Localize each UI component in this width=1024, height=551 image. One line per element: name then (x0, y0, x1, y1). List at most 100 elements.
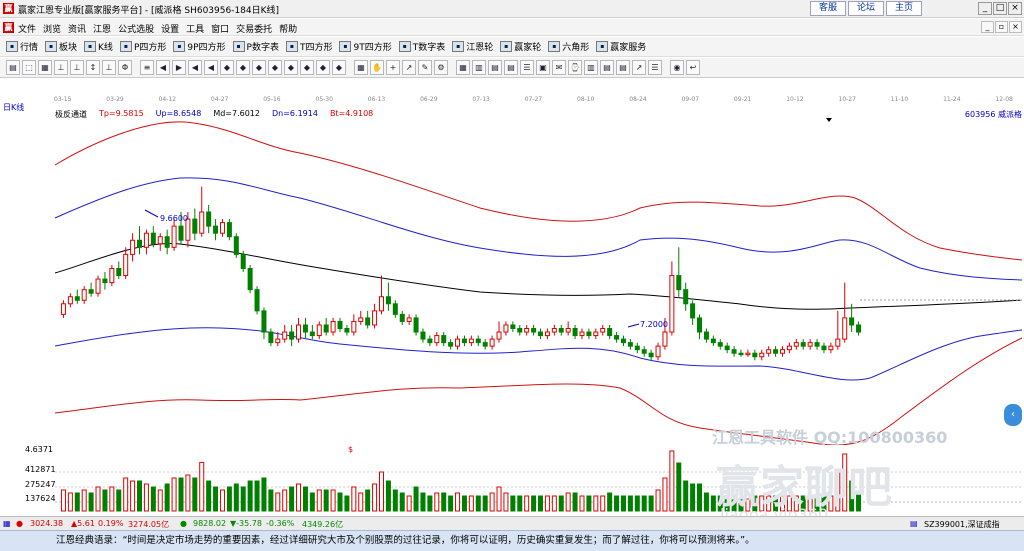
tool-button-9[interactable]: ◀ (156, 60, 170, 75)
tool-button-41[interactable]: ↩ (686, 60, 700, 75)
close-icon[interactable]: × (1008, 2, 1022, 15)
tool-button-7[interactable]: Φ (118, 60, 132, 75)
menu-item-1[interactable]: 浏览 (43, 22, 61, 35)
tool-button-32[interactable]: ▣ (536, 60, 550, 75)
tool-button-15[interactable]: ◆ (252, 60, 266, 75)
volume-bar (572, 492, 578, 512)
tool-button-20[interactable]: ◆ (332, 60, 346, 75)
link-service[interactable]: 客服 (810, 1, 846, 16)
tool-button-16[interactable]: ◆ (268, 60, 282, 75)
tool-button-2[interactable]: ▦ (38, 60, 52, 75)
candle-body (323, 324, 329, 333)
tool-button-26[interactable]: ⚙ (434, 60, 448, 75)
menu-item-8[interactable]: 交易委托 (236, 22, 272, 35)
menu-item-3[interactable]: 江恩 (93, 22, 111, 35)
candle-body (662, 331, 668, 347)
volume-bar (538, 495, 544, 512)
tool-button-19[interactable]: ◆ (316, 60, 330, 75)
volume-bar (219, 489, 225, 512)
menu-item-0[interactable]: 文件 (18, 22, 36, 35)
menu-item-6[interactable]: 工具 (186, 22, 204, 35)
candle-body (745, 352, 751, 356)
toolbar-item-10[interactable]: ▪ 赢家轮 (500, 40, 541, 53)
candle-body (268, 331, 274, 344)
menu-item-5[interactable]: 设置 (161, 22, 179, 35)
tool-button-11[interactable]: ◀ (188, 60, 202, 75)
toolbar-item-12[interactable]: ▪ 赢家服务 (596, 40, 646, 53)
toolbar-item-11[interactable]: ▪ 六角形 (548, 40, 589, 53)
tool-button-39[interactable]: ☰ (648, 60, 662, 75)
tool-button-13[interactable]: ◆ (220, 60, 234, 75)
toolbar-item-4[interactable]: ▪ 9P四方形 (173, 40, 226, 53)
tool-button-25[interactable]: ✎ (418, 60, 432, 75)
tool-button-18[interactable]: ◆ (300, 60, 314, 75)
child-minimize-icon[interactable]: _ (981, 21, 994, 33)
toolbar-item-2[interactable]: ▪ K线 (84, 40, 113, 53)
volume-bar (662, 477, 668, 512)
candle-body (579, 331, 585, 337)
drawing-toolbar-items: ▤ ⬚ ▦ ⊥ ⊥ ↕ ⊥ Φ ≡ ◀ ▶ ◀ ◀ ◆ ◆ ◆ ◆ ◆ ◆ ◆ ◆ ▦ ✋ + ↗ ✎ ⚙ ▦ ▥ ▤ ▤ ☰ ▣ ✉ ⌚ ▥ ▤ ▤ ↗ ☰… (6, 60, 702, 75)
tool-button-33[interactable]: ✉ (552, 60, 566, 75)
toolbar-item-label: 江恩轮 (466, 43, 494, 53)
link-forum[interactable]: 论坛 (848, 1, 884, 16)
tool-button-36[interactable]: ▤ (600, 60, 614, 75)
tool-button-27[interactable]: ▦ (456, 60, 470, 75)
tool-button-21[interactable]: ▦ (354, 60, 368, 75)
toolbar-item-0[interactable]: ▪ 行情 (6, 40, 38, 53)
tool-button-30[interactable]: ▤ (504, 60, 518, 75)
tool-button-3[interactable]: ⊥ (54, 60, 68, 75)
candle-body (842, 317, 848, 340)
tool-button-14[interactable]: ◆ (236, 60, 250, 75)
price-chart[interactable]: 9.6600 7.2000 (0, 118, 1024, 445)
tool-button-40[interactable]: ◉ (670, 60, 684, 75)
tool-button-35[interactable]: ▥ (584, 60, 598, 75)
tool-button-24[interactable]: ↗ (402, 60, 416, 75)
candle-body (378, 296, 384, 312)
toolbar-item-6[interactable]: ▪ T四方形 (285, 40, 332, 53)
toolbar-item-5[interactable]: ▪ P数字表 (232, 40, 279, 53)
p-square-icon: ▪ (119, 41, 132, 52)
minimize-icon[interactable]: _ (978, 2, 992, 15)
side-expand-button[interactable]: ‹ (1004, 404, 1022, 426)
candle-body (95, 278, 101, 294)
child-restore-icon[interactable]: ▫ (995, 21, 1008, 33)
tool-button-1[interactable]: ⬚ (22, 60, 36, 75)
toolbar-item-8[interactable]: ▪ T数字表 (398, 40, 445, 53)
tool-button-38[interactable]: ↗ (632, 60, 646, 75)
date-tick: 09-07 (681, 96, 700, 103)
tool-button-34[interactable]: ⌚ (568, 60, 582, 75)
sh-index-icon: ● (16, 519, 23, 528)
candle-body (365, 317, 371, 326)
volume-bar (81, 489, 87, 512)
tool-button-29[interactable]: ▤ (488, 60, 502, 75)
tool-button-8[interactable]: ≡ (140, 60, 154, 75)
tool-button-23[interactable]: + (386, 60, 400, 75)
menu-item-9[interactable]: 帮助 (279, 22, 297, 35)
tool-button-31[interactable]: ☰ (520, 60, 534, 75)
status-grid-icon[interactable]: ▦ (3, 519, 11, 528)
tool-button-5[interactable]: ↕ (86, 60, 100, 75)
menu-item-4[interactable]: 公式选股 (118, 22, 154, 35)
tool-button-10[interactable]: ▶ (172, 60, 186, 75)
tool-button-28[interactable]: ▥ (472, 60, 486, 75)
toolbar-item-9[interactable]: ▪ 江恩轮 (452, 40, 493, 53)
toolbar-item-3[interactable]: ▪ P四方形 (119, 40, 166, 53)
tool-button-4[interactable]: ⊥ (70, 60, 84, 75)
maximize-icon[interactable]: □ (993, 2, 1007, 15)
toolbar-item-1[interactable]: ▪ 板块 (45, 40, 77, 53)
toolbar-item-7[interactable]: ▪ 9T四方形 (339, 40, 392, 53)
menu-item-2[interactable]: 资讯 (68, 22, 86, 35)
candle-body (372, 310, 378, 326)
menu-item-7[interactable]: 窗口 (211, 22, 229, 35)
child-close-icon[interactable]: × (1009, 21, 1022, 33)
tool-button-0[interactable]: ▤ (6, 60, 20, 75)
tool-button-17[interactable]: ◆ (284, 60, 298, 75)
tool-button-37[interactable]: ▤ (616, 60, 630, 75)
tool-button-12[interactable]: ◀ (204, 60, 218, 75)
tool-button-6[interactable]: ⊥ (102, 60, 116, 75)
volume-bar (247, 480, 253, 512)
volume-bar (309, 492, 315, 512)
link-home[interactable]: 主页 (886, 1, 922, 16)
tool-button-22[interactable]: ✋ (370, 60, 384, 75)
service-icon: ▪ (596, 41, 609, 52)
